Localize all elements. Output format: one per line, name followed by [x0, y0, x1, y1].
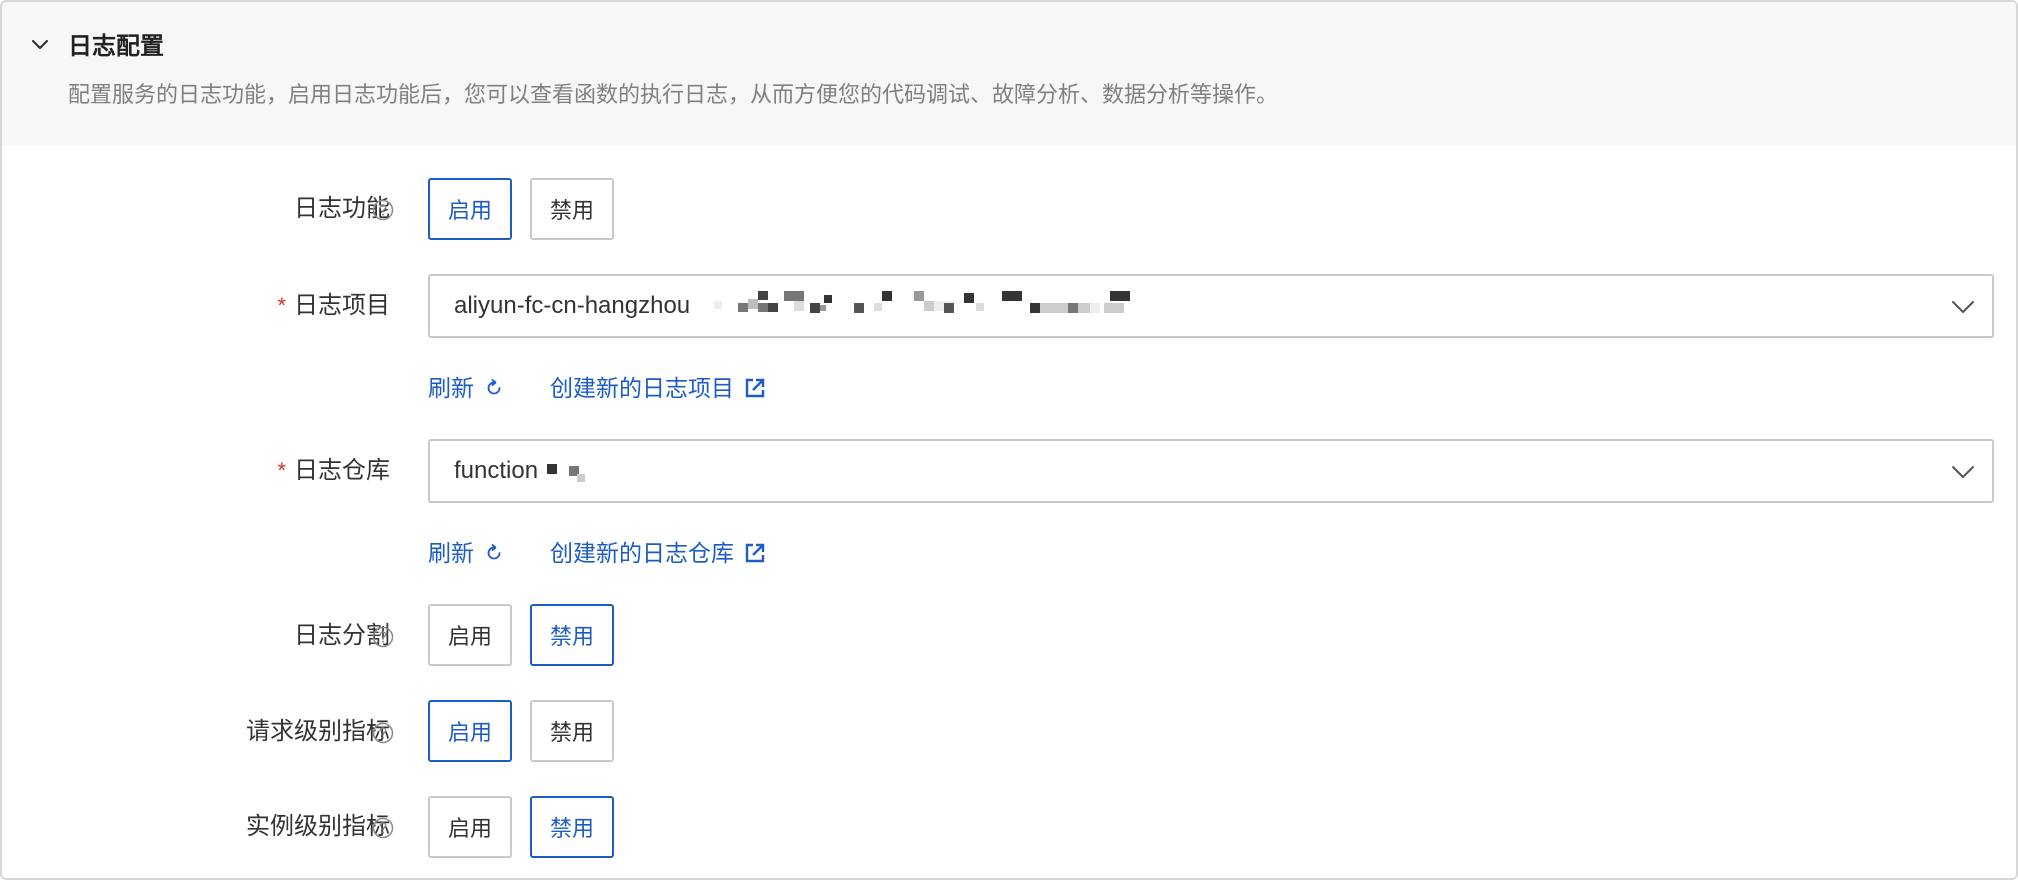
log-feature-disable-button[interactable]: 禁用 [530, 178, 614, 240]
log-project-label: * 日志项目 [277, 292, 390, 319]
help-icon[interactable] [372, 199, 394, 221]
log-split-disable-button[interactable]: 禁用 [530, 604, 614, 666]
instance-metrics-label: 实例级别指标 [246, 813, 390, 840]
chevron-down-icon[interactable] [28, 32, 52, 56]
chevron-down-icon[interactable] [1950, 294, 1976, 320]
refresh-icon [487, 379, 501, 395]
log-split-enable-button[interactable]: 启用 [428, 604, 512, 666]
help-icon[interactable] [372, 817, 394, 839]
refresh-store-link[interactable]: 刷新 [428, 536, 504, 570]
log-project-value: aliyun-fc-cn-hangzhou [454, 292, 691, 319]
log-store-value: function [454, 457, 539, 484]
request-metrics-label: 请求级别指标 [246, 718, 390, 745]
external-link-icon [745, 543, 765, 563]
required-mark: * [277, 293, 286, 318]
log-config-panel: 日志配置 配置服务的日志功能，启用日志功能后，您可以查看函数的执行日志，从而方便… [0, 0, 2018, 880]
section-title[interactable]: 日志配置 [68, 30, 164, 64]
required-mark: * [277, 458, 286, 483]
chevron-down-icon[interactable] [1950, 459, 1976, 485]
request-metrics-disable-button[interactable]: 禁用 [530, 700, 614, 762]
instance-metrics-disable-button[interactable]: 禁用 [530, 796, 614, 858]
log-project-select[interactable]: aliyun-fc-cn-hangzhou [428, 274, 1994, 338]
refresh-project-link[interactable]: 刷新 [428, 371, 504, 405]
create-project-link[interactable]: 创建新的日志项目 [550, 371, 766, 405]
section-header: 日志配置 配置服务的日志功能，启用日志功能后，您可以查看函数的执行日志，从而方便… [2, 2, 2016, 145]
section-description: 配置服务的日志功能，启用日志功能后，您可以查看函数的执行日志，从而方便您的代码调… [68, 82, 1279, 107]
help-icon[interactable] [372, 626, 394, 648]
refresh-icon [487, 544, 501, 560]
log-store-label: * 日志仓库 [277, 457, 390, 484]
request-metrics-enable-button[interactable]: 启用 [428, 700, 512, 762]
redacted-mosaic [714, 291, 1130, 313]
log-store-select[interactable]: function [428, 439, 1994, 503]
create-store-link[interactable]: 创建新的日志仓库 [550, 536, 766, 570]
instance-metrics-enable-button[interactable]: 启用 [428, 796, 512, 858]
log-feature-enable-button[interactable]: 启用 [428, 178, 512, 240]
external-link-icon [745, 378, 765, 398]
redacted-mosaic [547, 464, 585, 482]
help-icon[interactable] [372, 722, 394, 744]
